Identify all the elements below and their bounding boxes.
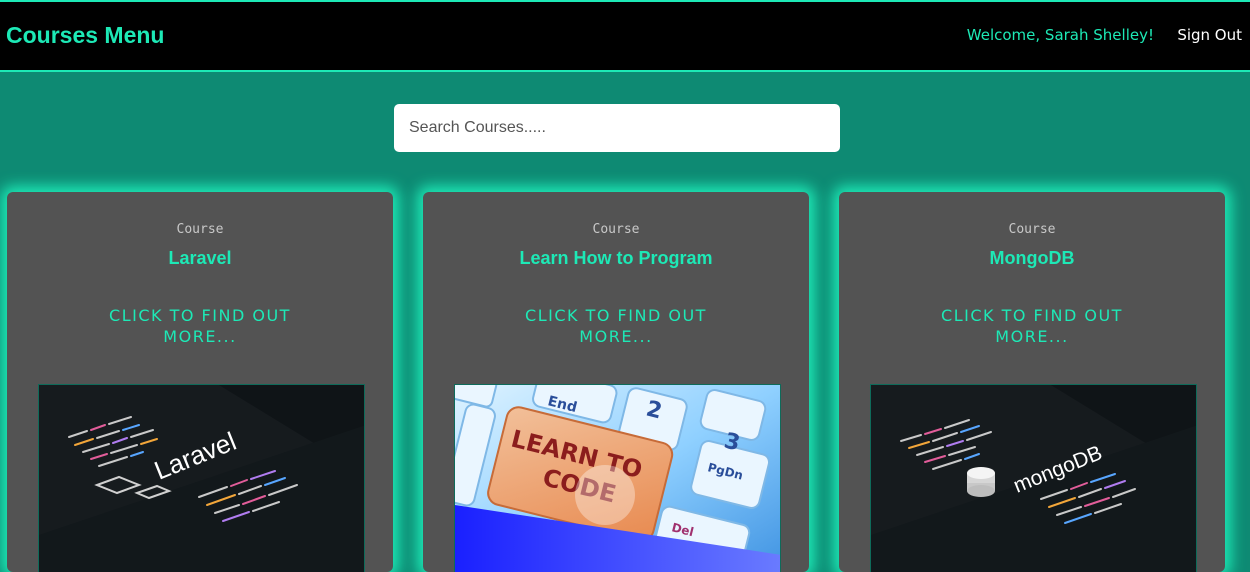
top-navbar: Courses Menu Welcome, Sarah Shelley! Sig…: [0, 0, 1250, 72]
course-image-laravel[interactable]: Laravel: [38, 384, 365, 572]
course-image-mongodb[interactable]: mongoDB: [870, 384, 1197, 572]
course-card-mongodb[interactable]: Course MongoDB CLICK TO FIND OUT MORE...: [839, 192, 1225, 572]
course-card-laravel[interactable]: Course Laravel CLICK TO FIND OUT MORE...: [7, 192, 393, 572]
course-kicker: Course: [1008, 222, 1056, 237]
brand-link[interactable]: Courses Menu: [6, 22, 164, 49]
course-title: Learn How to Program: [519, 248, 713, 268]
find-out-more-link[interactable]: CLICK TO FIND OUT MORE...: [919, 305, 1145, 347]
course-card-learn-how-to-program[interactable]: Course Learn How to Program CLICK TO FIN…: [423, 192, 809, 572]
find-out-more-link[interactable]: CLICK TO FIND OUT MORE...: [503, 305, 729, 347]
course-kicker: Course: [592, 222, 640, 237]
course-kicker: Course: [176, 222, 224, 237]
find-out-more-link[interactable]: CLICK TO FIND OUT MORE...: [87, 305, 313, 347]
search-courses-input[interactable]: [394, 104, 840, 152]
course-title: MongoDB: [989, 248, 1075, 268]
course-title: Laravel: [168, 248, 232, 268]
sign-out-link[interactable]: Sign Out: [1177, 26, 1242, 44]
welcome-message: Welcome, Sarah Shelley!: [966, 26, 1154, 44]
course-image-learn-to-code[interactable]: LEARN TO CODE End 2 3 PgDn Del: [454, 384, 781, 572]
